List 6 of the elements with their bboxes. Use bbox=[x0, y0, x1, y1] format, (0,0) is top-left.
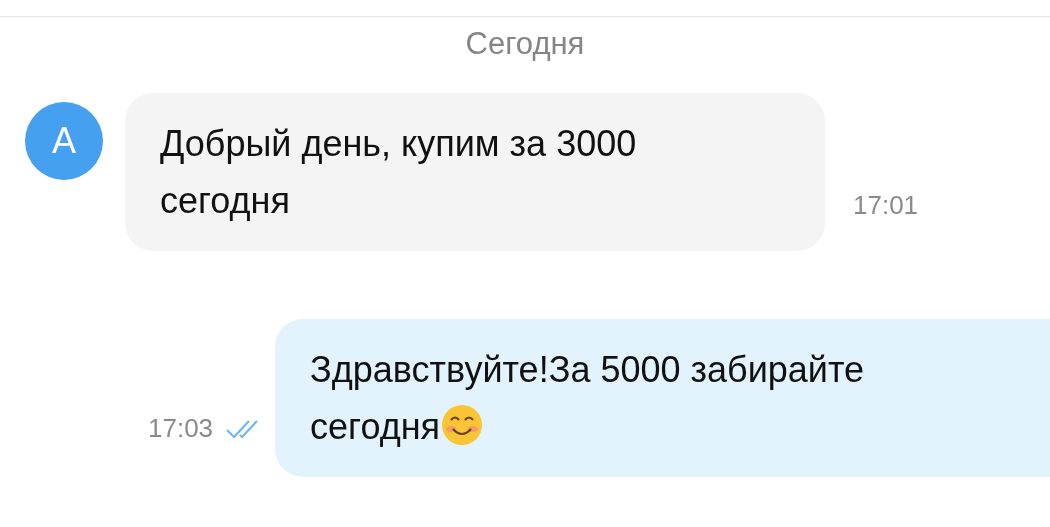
message-text: Здравствуйте!За 5000 забирайте сегодня bbox=[310, 349, 864, 447]
message-time: 17:03 bbox=[148, 413, 214, 444]
message-time: 17:01 bbox=[853, 190, 919, 221]
message-text: Добрый день, купим за 3000 сегодня bbox=[160, 123, 637, 221]
avatar[interactable]: А bbox=[25, 102, 103, 180]
date-divider: Сегодня bbox=[465, 26, 585, 62]
